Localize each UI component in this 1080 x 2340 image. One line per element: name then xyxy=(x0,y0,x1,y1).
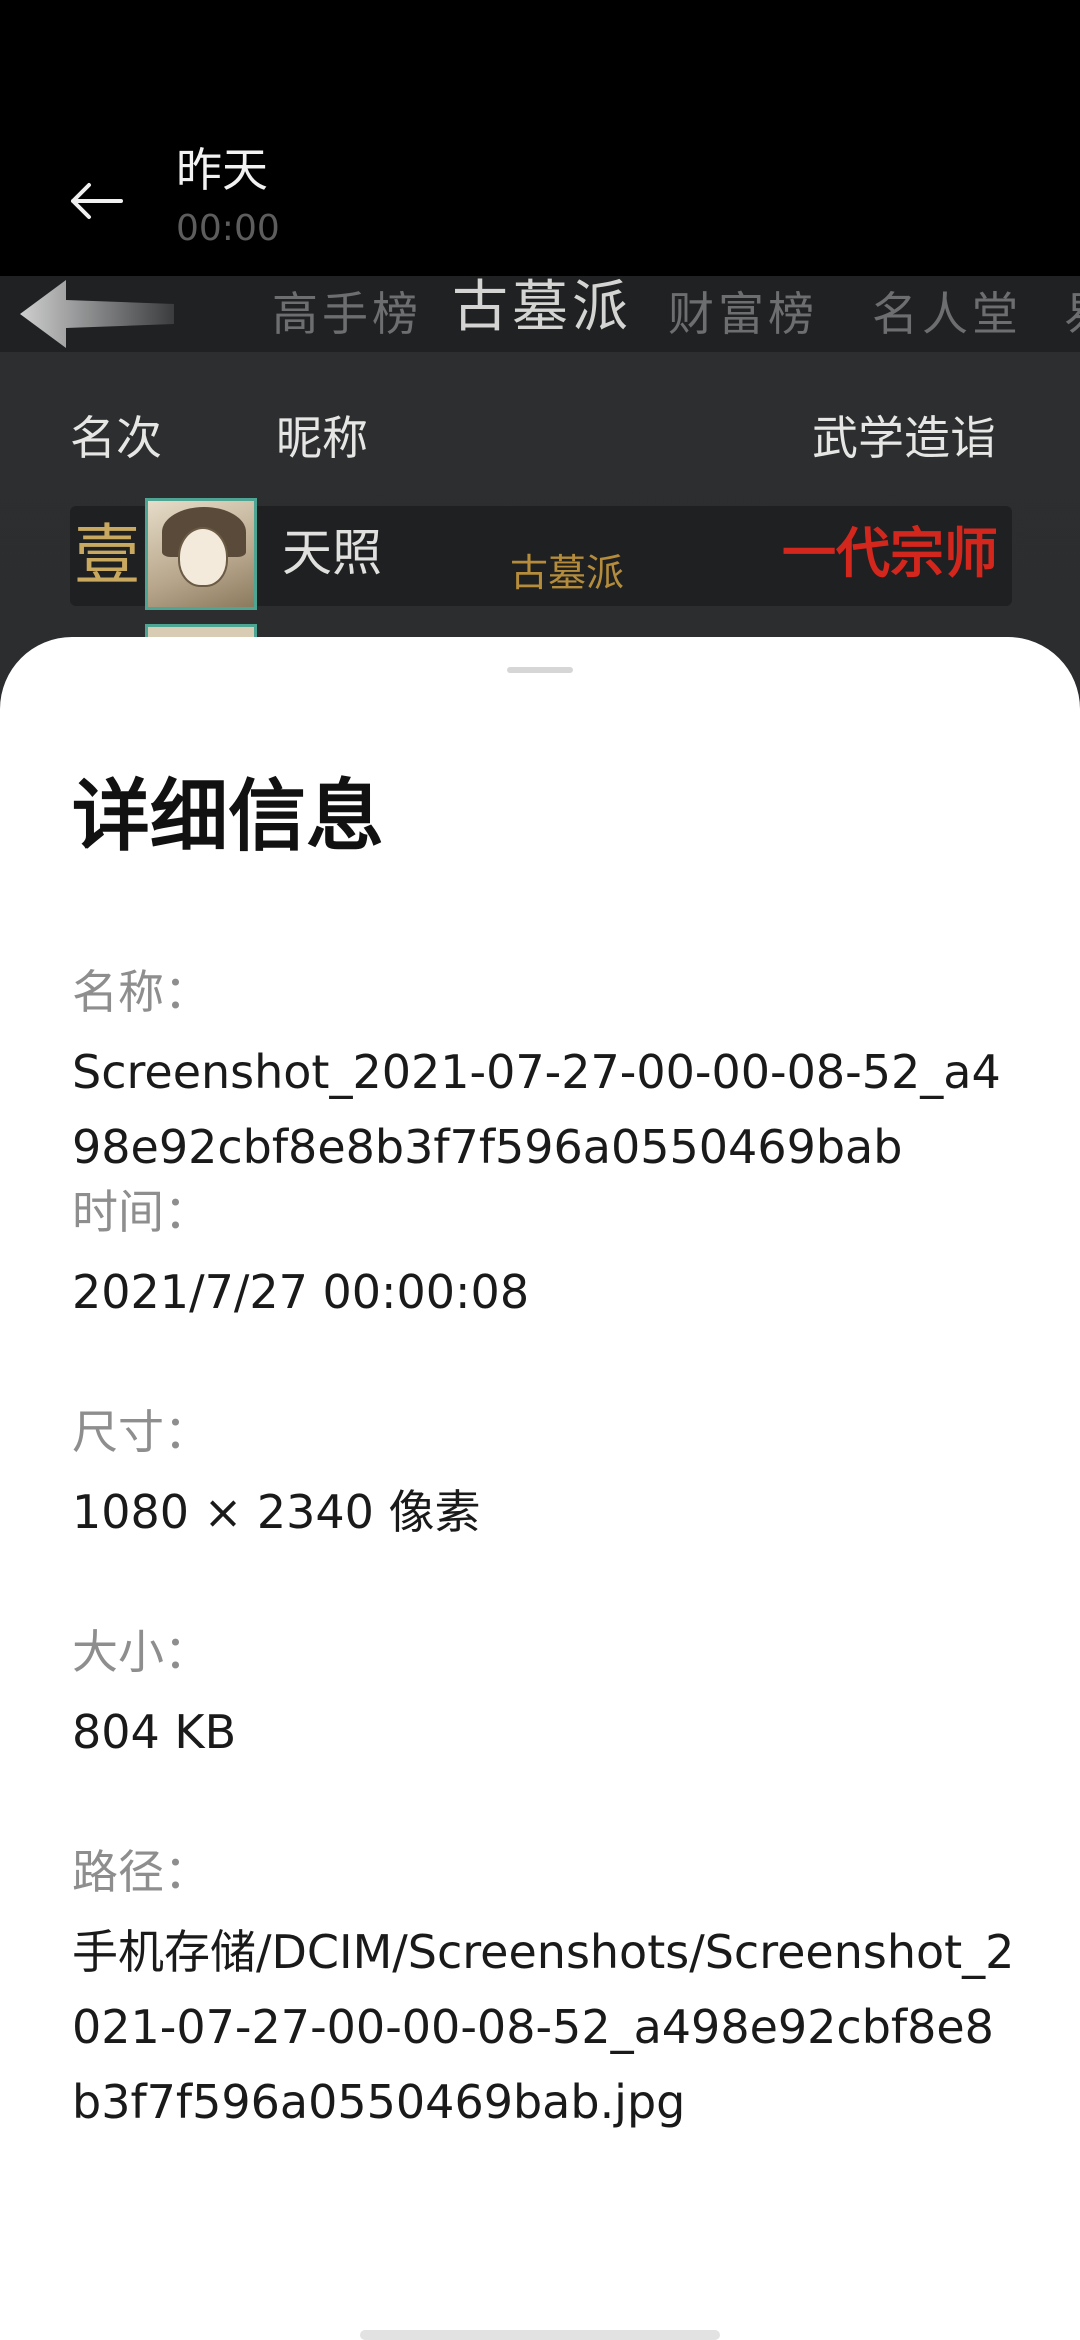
game-tab-tomb-sect: 古墓派 xyxy=(452,275,632,340)
rank-row: 壹 天照 古墓派 一代宗师 xyxy=(70,498,1012,610)
field-path-label: 路径： xyxy=(72,1845,210,1899)
column-nickname: 昵称 xyxy=(276,411,368,465)
game-back-arrow-icon xyxy=(16,276,176,352)
field-size-value: 804 KB xyxy=(72,1705,237,1759)
field-name-value: Screenshot_2021-07-27-00-00-08-52_a498e9… xyxy=(72,1045,1001,1174)
player-avatar xyxy=(145,498,257,610)
field-size: 大小： 804 KB xyxy=(72,1617,1022,1770)
field-path-value: 手机存储/DCIM/Screenshots/Screenshot_2021-07… xyxy=(72,1925,1015,2129)
field-name: 名称： Screenshot_2021-07-27-00-00-08-52_a4… xyxy=(72,957,1022,1185)
field-time-label: 时间： xyxy=(72,1185,210,1239)
column-skill: 武学造诣 xyxy=(812,411,996,465)
player-name: 天照 xyxy=(282,524,382,582)
player-sect: 古墓派 xyxy=(510,551,625,595)
viewer-header: 昨天 00:00 xyxy=(0,0,1080,276)
back-button[interactable] xyxy=(60,168,130,238)
game-tab-wealth: 财富榜 xyxy=(668,287,818,341)
field-time: 时间： 2021/7/27 00:00:08 xyxy=(72,1177,1022,1330)
game-tab-masters: 高手榜 xyxy=(272,287,422,341)
drag-handle[interactable] xyxy=(507,667,573,673)
home-indicator[interactable] xyxy=(360,2330,720,2340)
column-rank: 名次 xyxy=(70,411,162,465)
game-tab-hall-of-fame: 名人堂 xyxy=(872,287,1022,341)
field-path: 路径： 手机存储/DCIM/Screenshots/Screenshot_202… xyxy=(72,1837,1022,2140)
date-title: 昨天 xyxy=(176,143,268,197)
rank-number: 壹 xyxy=(74,517,140,594)
field-time-value: 2021/7/27 00:00:08 xyxy=(72,1265,530,1319)
field-size-label: 大小： xyxy=(72,1625,210,1679)
field-dimensions-label: 尺寸： xyxy=(72,1405,210,1459)
field-dimensions-value: 1080 × 2340 像素 xyxy=(72,1485,481,1539)
field-name-label: 名称： xyxy=(72,965,210,1019)
sheet-title: 详细信息 xyxy=(72,772,385,862)
time-subtitle: 00:00 xyxy=(176,208,280,249)
field-dimensions: 尺寸： 1080 × 2340 像素 xyxy=(72,1397,1022,1550)
details-sheet: 详细信息 名称： Screenshot_2021-07-27-00-00-08-… xyxy=(0,637,1080,2340)
screen: 昨天 00:00 高手榜 古墓派 财富榜 名人堂 易 xyxy=(0,0,1080,2340)
game-tab-more: 易 xyxy=(1064,282,1080,346)
back-arrow-icon xyxy=(67,181,123,225)
game-tab-bar: 高手榜 古墓派 财富榜 名人堂 易 xyxy=(0,276,1080,352)
player-title: 一代宗师 xyxy=(782,521,998,585)
